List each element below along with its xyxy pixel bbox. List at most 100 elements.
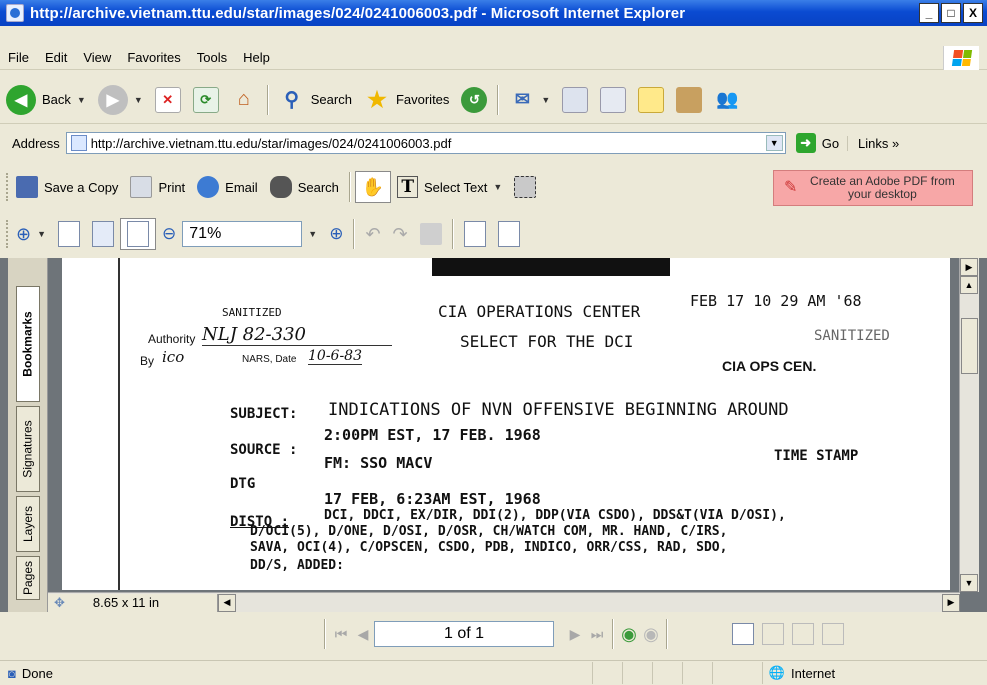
favorites-button[interactable]: ★ Favorites [358, 80, 455, 120]
previous-page-icon[interactable]: ◀ [352, 623, 374, 645]
vertical-scroll-thumb[interactable] [961, 318, 978, 374]
print-toolbar-button[interactable] [556, 80, 594, 120]
toolbar-separator [324, 619, 326, 649]
select-text-button[interactable]: T Select Text ▼ [391, 167, 508, 207]
sanitized-stamp-right: SANITIZED [814, 328, 890, 344]
menu-help[interactable]: Help [235, 50, 278, 65]
window-title: http://archive.vietnam.ttu.edu/star/imag… [30, 4, 686, 22]
tab-layers[interactable]: Layers [16, 496, 40, 552]
fit-page-button[interactable] [86, 214, 120, 254]
email-button[interactable]: Email [191, 167, 264, 207]
continuous-layout-icon[interactable] [762, 623, 784, 645]
scroll-up-arrow-icon[interactable]: ▲ [960, 276, 978, 294]
continuous-facing-layout-icon[interactable] [822, 623, 844, 645]
messenger-button[interactable]: 👥 [708, 80, 746, 120]
menu-tools[interactable]: Tools [189, 50, 235, 65]
save-copy-button[interactable]: Save a Copy [10, 167, 124, 207]
create-pdf-button[interactable]: ✎ Create an Adobe PDF from your desktop [773, 170, 973, 206]
page-up-arrow-icon[interactable]: ▶ [960, 258, 978, 276]
rotate-counterclockwise-button[interactable] [492, 214, 526, 254]
last-page-icon[interactable]: ⏭ [586, 623, 608, 645]
title-bar: http://archive.vietnam.ttu.edu/star/imag… [0, 0, 987, 26]
mail-dropdown-icon[interactable]: ▼ [541, 95, 550, 105]
actual-size-button[interactable] [52, 214, 86, 254]
zoom-out-icon: ⊖ [162, 224, 177, 243]
page-number-field[interactable]: 1 of 1 [374, 621, 554, 647]
email-label: Email [225, 179, 258, 195]
paste-button[interactable] [414, 214, 448, 254]
close-button[interactable]: X [963, 3, 983, 23]
zoom-dropdown-button[interactable]: ▼ [302, 214, 323, 254]
stop-icon: ✕ [154, 86, 181, 113]
print-label: Print [158, 179, 186, 195]
stop-button[interactable]: ✕ [149, 80, 187, 120]
menu-favorites[interactable]: Favorites [119, 50, 188, 65]
tab-bookmarks[interactable]: Bookmarks [16, 286, 40, 402]
next-view-icon[interactable]: ◉ [640, 623, 662, 645]
floppy-icon [16, 176, 38, 198]
back-button[interactable]: ◀ Back ▼ [0, 80, 92, 120]
rotate-clockwise-button[interactable] [458, 214, 492, 254]
mail-button[interactable]: ✉ ▼ [503, 80, 556, 120]
scroll-down-arrow-icon[interactable]: ▼ [960, 574, 978, 592]
notes-button[interactable] [632, 80, 670, 120]
hand-tool-button[interactable]: ✋ [354, 171, 392, 203]
horizontal-scrollbar[interactable]: ✥ 8.65 x 11 in ◀ ▶ [48, 592, 960, 612]
zoom-in-tool-button[interactable]: ⊕ ▼ [10, 214, 52, 254]
undo-button[interactable]: ↶ [359, 214, 386, 254]
zone-label: Internet [791, 665, 836, 681]
dtg-value: 17 FEB, 6:23AM EST, 1968 [324, 490, 541, 508]
go-arrow-icon[interactable]: ➜ [795, 133, 816, 153]
go-button[interactable]: Go [816, 136, 847, 151]
zoom-out-button[interactable]: ⊖ [156, 214, 182, 254]
pdf-page[interactable]: SANITIZED Authority NLJ 82-330 By ico NA… [62, 258, 950, 590]
address-input[interactable]: http://archive.vietnam.ttu.edu/star/imag… [65, 132, 786, 154]
acrobat-search-button[interactable]: Search [264, 167, 345, 207]
snapshot-button[interactable] [508, 167, 542, 207]
scroll-left-arrow-icon[interactable]: ◀ [218, 593, 236, 612]
undo-icon: ↶ [365, 223, 381, 244]
back-label: Back [42, 92, 71, 107]
redo-icon: ↷ [392, 223, 408, 244]
forward-button[interactable]: ▶ ▼ [92, 80, 149, 120]
maximize-button[interactable]: □ [941, 3, 961, 23]
menu-file[interactable]: File [0, 50, 37, 65]
toolbar-separator [353, 219, 356, 249]
tab-signatures[interactable]: Signatures [16, 406, 40, 492]
fit-width-button[interactable] [120, 218, 157, 250]
history-button[interactable]: ↺ [455, 80, 493, 120]
scroll-right-arrow-icon[interactable]: ▶ [942, 593, 960, 612]
disto-line-3: SAVA, OCI(4), C/OPSCEN, CSDO, PDB, INDIC… [250, 540, 728, 555]
single-page-layout-icon[interactable] [732, 623, 754, 645]
printer-icon [130, 176, 153, 198]
zoom-in-button[interactable]: ⊕ [323, 214, 349, 254]
refresh-button[interactable]: ⟳ [187, 80, 225, 120]
minimize-button[interactable]: _ [919, 3, 939, 23]
facing-layout-icon[interactable] [792, 623, 814, 645]
print-button[interactable]: Print [124, 167, 191, 207]
vertical-scrollbar[interactable]: ▶ ▲ ▼ [959, 258, 979, 592]
address-value: http://archive.vietnam.ttu.edu/star/imag… [90, 135, 452, 151]
previous-view-icon[interactable]: ◉ [618, 623, 640, 645]
select-text-dropdown-icon[interactable]: ▼ [493, 182, 502, 192]
first-page-icon[interactable]: ⏮ [330, 623, 352, 645]
address-dropdown-icon[interactable]: ▼ [765, 135, 783, 151]
forward-dropdown-icon[interactable]: ▼ [134, 95, 143, 105]
zoom-tool-dropdown-icon[interactable]: ▼ [37, 229, 46, 239]
zoom-level-input[interactable]: 71% [182, 221, 303, 247]
toolbar-separator [348, 172, 351, 202]
redo-button[interactable]: ↷ [387, 214, 414, 254]
home-button[interactable]: ⌂ [225, 80, 263, 120]
back-dropdown-icon[interactable]: ▼ [77, 95, 86, 105]
menu-view[interactable]: View [75, 50, 119, 65]
next-page-icon[interactable]: ▶ [564, 623, 586, 645]
research-button[interactable] [670, 80, 708, 120]
menu-bar: File Edit View Favorites Tools Help [0, 46, 987, 70]
edit-page-button[interactable] [594, 80, 632, 120]
search-button[interactable]: ⚲ Search [273, 80, 358, 120]
clipboard-icon [419, 223, 442, 245]
by-value: ico [162, 348, 185, 366]
links-button[interactable]: Links » [847, 135, 899, 151]
tab-pages[interactable]: Pages [16, 556, 40, 600]
menu-edit[interactable]: Edit [37, 50, 75, 65]
